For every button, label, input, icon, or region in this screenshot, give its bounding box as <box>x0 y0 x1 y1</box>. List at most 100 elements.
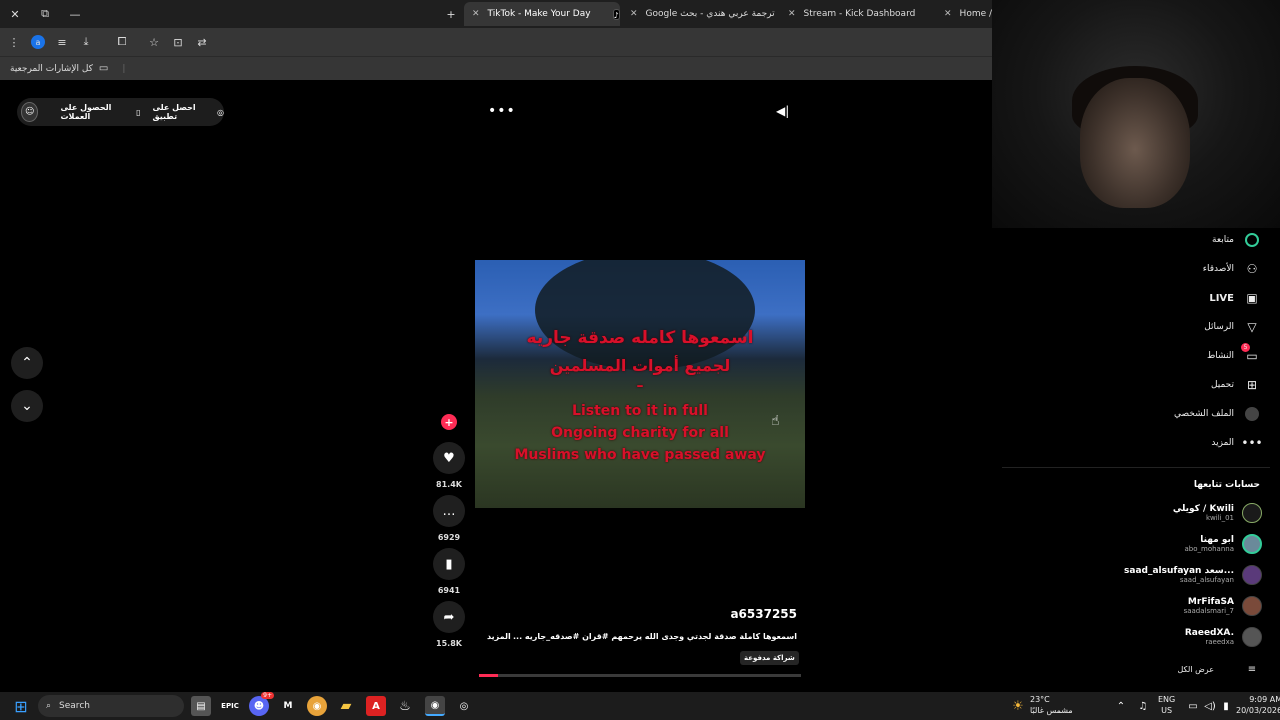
profile-avatar[interactable]: a <box>26 30 50 54</box>
lang-label: ENG <box>1158 695 1176 704</box>
steam-icon[interactable]: ♨ <box>395 696 415 716</box>
previous-video-button[interactable]: ⌃ <box>11 347 43 379</box>
close-window-icon[interactable]: ✕ <box>0 0 30 28</box>
tab-x[interactable]: ✕ Home / X <box>936 2 992 26</box>
chevron-up-icon[interactable]: ⌃ <box>1111 696 1131 716</box>
get-coins-button[interactable]: الحصول على العملات <box>60 103 132 121</box>
following-account[interactable]: saad_alsufayan سعد... saad_alsufayan <box>1124 565 1262 585</box>
sidebar-item-more[interactable]: المزيد ••• <box>1211 435 1262 451</box>
weather-icon[interactable]: ☀ <box>1008 696 1028 716</box>
video-text-line: Listen to it in full <box>572 403 708 419</box>
action-bar: + ♥ 81.4K … 6929 ▮ 6941 ➦ 15.8K <box>430 410 468 654</box>
sidebar-item-following[interactable]: متابعة <box>1212 232 1260 248</box>
chrome-icon[interactable]: ◉ <box>307 696 327 716</box>
account-name: كويلي / Kwili <box>1172 504 1234 514</box>
tiktok-icon: ♪ <box>612 8 620 20</box>
chrome-active-icon[interactable]: ◉ <box>425 696 445 716</box>
volume-icon[interactable]: ◀| <box>776 104 789 118</box>
webcam-overlay <box>992 0 1280 228</box>
comment-icon[interactable]: … <box>433 495 465 527</box>
see-all-link[interactable]: عرض الكل ≡ <box>1177 661 1260 677</box>
tab-kick[interactable]: ✕ Stream - Kick Dashboard K <box>780 2 936 26</box>
close-tab-icon[interactable]: ✕ <box>788 9 796 19</box>
battery-icon[interactable]: ▮ <box>1216 696 1236 716</box>
video-text-line: Ongoing charity for all <box>551 425 729 441</box>
likes-count: 81.4K <box>436 480 462 489</box>
restore-window-icon[interactable]: ⧉ <box>30 0 60 28</box>
bookmark-star-icon[interactable]: ☆ <box>142 30 166 54</box>
reading-list-icon[interactable]: ≡ <box>50 30 74 54</box>
tree-silhouette <box>535 260 755 370</box>
video-author[interactable]: a6537255 <box>730 607 797 621</box>
sidebar-item-friends[interactable]: الأصدقاء ⚇ <box>1203 261 1260 277</box>
new-tab-button[interactable]: + <box>436 0 466 28</box>
epic-games-icon[interactable]: EPIC <box>220 696 240 716</box>
obs-icon[interactable]: ◎ <box>454 696 474 716</box>
tab-google[interactable]: ✕ ترجمة عربي هندي - بحث Google G <box>622 2 778 26</box>
account-handle: saad_alsufayan <box>1179 576 1234 584</box>
following-account[interactable]: MrFifaSA saadalsmari_7 <box>1184 596 1262 616</box>
close-tab-icon[interactable]: ✕ <box>630 9 638 19</box>
app-icon[interactable]: M <box>278 696 298 716</box>
language-indicator[interactable]: ENG US <box>1158 694 1175 716</box>
video-progress-bar[interactable] <box>479 674 801 677</box>
minimize-window-icon[interactable]: — <box>60 0 90 28</box>
tab-tiktok[interactable]: ✕ TikTok - Make Your Day ♪ <box>464 2 620 26</box>
weather-widget[interactable]: 23°C مشمس غالبًا <box>1030 694 1073 716</box>
adobe-icon[interactable]: A <box>366 696 386 716</box>
following-accounts-title: حسابات تتابعها <box>1193 480 1260 490</box>
video-player[interactable]: اسمعوها كامله صدقة جاريه لجميع أموات الم… <box>475 260 805 508</box>
all-bookmarks-link[interactable]: كل الإشارات المرجعية <box>10 64 93 74</box>
share-icon[interactable]: ➦ <box>433 601 465 633</box>
microphone-icon[interactable]: ♫ <box>1133 696 1153 716</box>
clock[interactable]: 9:09 AM 20/03/2026 <box>1236 694 1280 716</box>
sidebar-item-profile[interactable]: الملف الشخصي <box>1174 406 1260 422</box>
avatar <box>1242 534 1262 554</box>
clock-date: 20/03/2026 <box>1236 706 1280 715</box>
close-tab-icon[interactable]: ✕ <box>472 9 480 19</box>
folder-icon: ▭ <box>98 63 109 74</box>
activity-badge: 5 <box>1241 343 1250 352</box>
mouse-cursor-icon: ☝ <box>771 413 780 429</box>
sidebar-item-upload[interactable]: تحميل ⊞ <box>1211 377 1260 393</box>
caption-more-link[interactable]: المزيد <box>487 632 511 641</box>
discord-icon[interactable]: ☻ 9+ <box>249 692 274 716</box>
download-circle-icon: ◎ <box>217 107 225 117</box>
tab-title: TikTok - Make Your Day <box>487 9 591 19</box>
sidebar-item-label: الرسائل <box>1204 322 1234 332</box>
following-account[interactable]: ابو مهنا abo_mohanna <box>1184 534 1262 554</box>
windows-start-icon[interactable]: ⊞ <box>11 696 31 716</box>
task-view-icon[interactable]: ▤ <box>191 696 211 716</box>
profile-avatar-icon[interactable]: ☺ <box>21 102 39 122</box>
translate-icon[interactable]: ⇄ <box>190 30 214 54</box>
following-account[interactable]: RaeedXA. raeedxa <box>1185 627 1262 647</box>
app-promo-pill: ☺ الحصول على العملات ▯ احصل على تطبيق ◎ <box>17 98 224 126</box>
friends-icon: ⚇ <box>1246 262 1258 276</box>
more-options-icon[interactable]: ••• <box>488 103 516 119</box>
next-video-button[interactable]: ⌄ <box>11 390 43 422</box>
close-tab-icon[interactable]: ✕ <box>944 9 952 19</box>
download-icon[interactable]: ⤓ <box>74 30 98 54</box>
sidebar-item-label: المزيد <box>1211 438 1234 448</box>
following-account[interactable]: كويلي / Kwili kwili_01 <box>1173 503 1262 523</box>
file-explorer-icon[interactable]: ▰ <box>336 696 356 716</box>
phone-icon: ▯ <box>136 107 141 117</box>
video-caption: اسمعوها كاملة صدقة لجدتي وجدى الله يرحمه… <box>513 632 797 641</box>
search-icon: ⌕ <box>46 701 52 711</box>
video-text-line: Muslims who have passed away <box>514 447 766 463</box>
saves-count: 6941 <box>437 586 461 595</box>
follow-plus-icon[interactable]: + <box>441 414 457 430</box>
get-app-button[interactable]: احصل على تطبيق <box>153 103 214 121</box>
clock-time: 9:09 AM <box>1249 695 1280 704</box>
like-heart-icon[interactable]: ♥ <box>433 442 465 474</box>
video-text-line: اسمعوها كامله صدقة جاريه <box>526 328 754 348</box>
install-app-icon[interactable]: ⊡ <box>166 30 190 54</box>
sidebar-item-messages[interactable]: الرسائل ▽ <box>1204 319 1260 335</box>
messages-icon: ▽ <box>1247 320 1257 334</box>
bookmark-icon[interactable]: ▮ <box>433 548 465 580</box>
menu-kebab-icon[interactable]: ⋮ <box>2 30 26 54</box>
sidebar-item-activity[interactable]: النشاط ▭ 5 <box>1207 343 1260 364</box>
extensions-icon[interactable]: ⧠ <box>110 30 134 54</box>
sidebar-item-live[interactable]: LIVE ▣ <box>1209 290 1260 306</box>
taskbar-search[interactable]: ⌕ Search <box>38 695 184 717</box>
